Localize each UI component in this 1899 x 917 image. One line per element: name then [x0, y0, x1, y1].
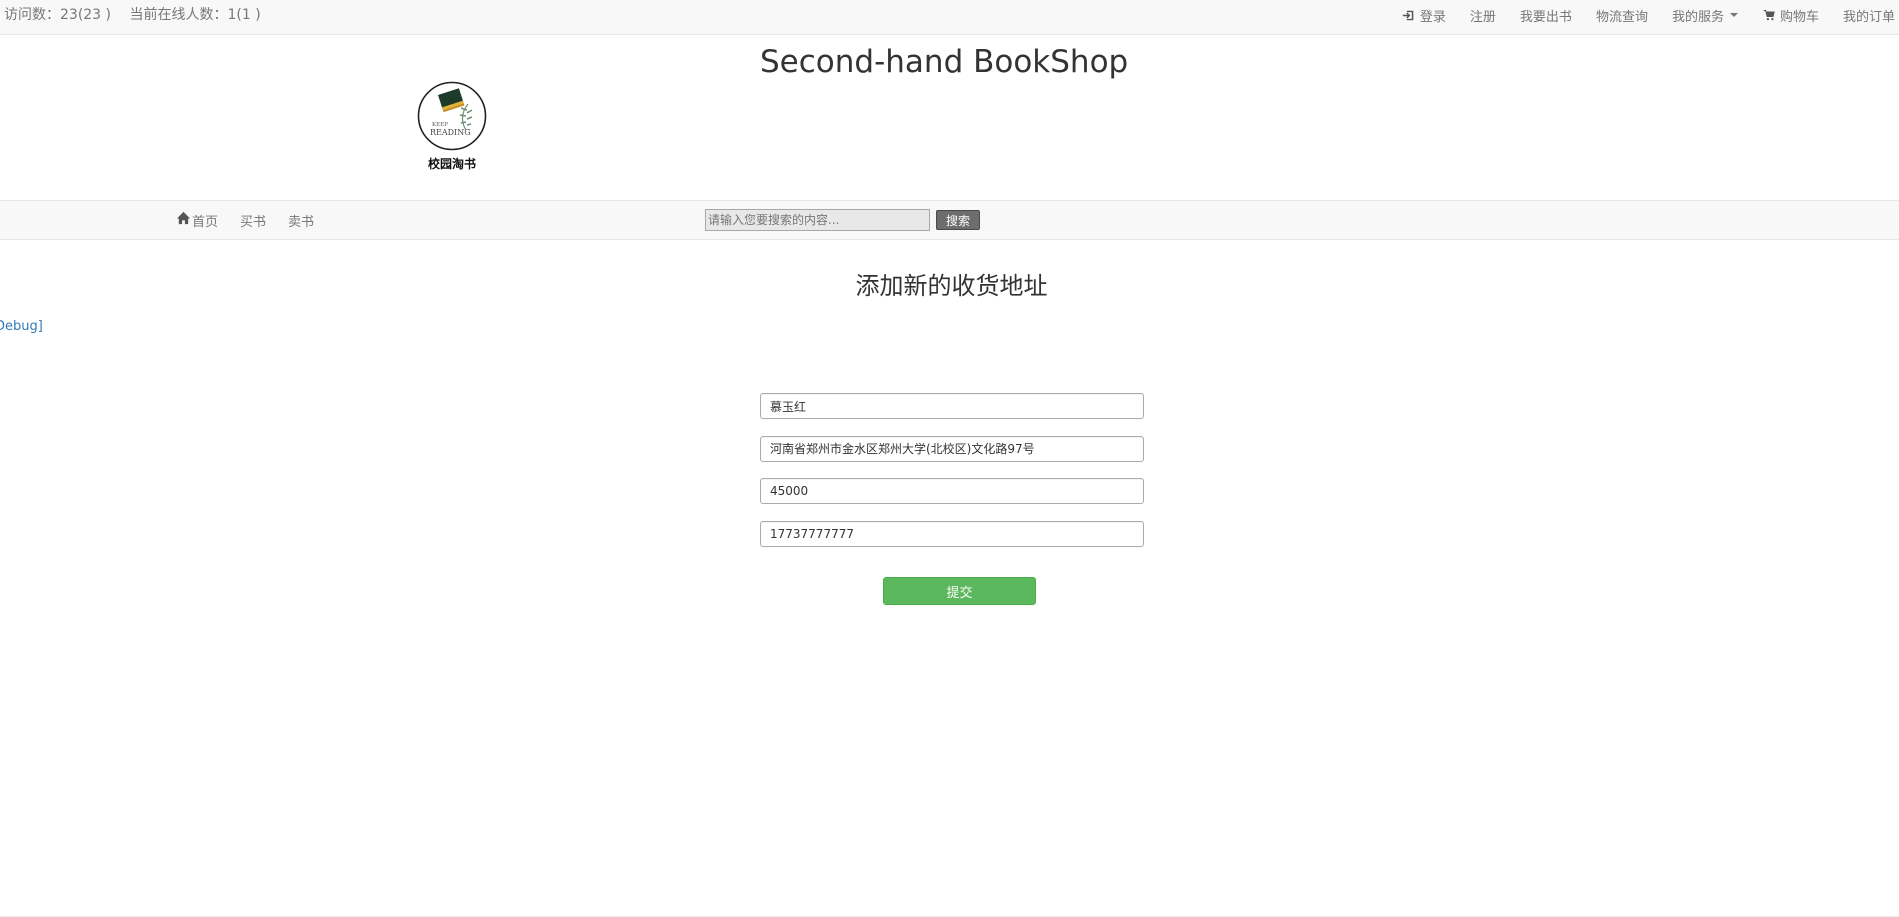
top-nav: 登录 注册 我要出书 物流查询 我的服务 购物车 我的订单	[1378, 0, 1895, 30]
page-title: 添加新的收货地址	[855, 272, 1048, 300]
logo-emblem-icon: KEEP READING	[417, 81, 487, 151]
address-form	[760, 393, 1144, 563]
cart-link[interactable]: 购物车	[1762, 6, 1819, 25]
address-field[interactable]	[760, 435, 1144, 462]
site-title: Second-hand BookShop	[760, 44, 1129, 80]
main-nav: 首页 买书 卖书 搜索	[0, 200, 1899, 240]
phone-field[interactable]	[760, 520, 1144, 547]
debug-link[interactable]: Debug]	[0, 319, 43, 334]
search-input[interactable]	[705, 209, 930, 231]
nav-buy-label: 买书	[240, 214, 267, 230]
services-dropdown[interactable]: 我的服务	[1672, 6, 1738, 25]
search-button[interactable]: 搜索	[936, 210, 980, 230]
login-link[interactable]: 登录	[1402, 6, 1446, 25]
login-label: 登录	[1419, 9, 1446, 25]
nav-home[interactable]: 首页	[176, 211, 218, 230]
svg-text:READING: READING	[430, 128, 471, 137]
sell-book-label: 我要出书	[1519, 9, 1572, 25]
online-count: 当前在线人数：1(1 )	[129, 7, 261, 23]
cart-label: 购物车	[1779, 9, 1819, 25]
logistics-link[interactable]: 物流查询	[1596, 6, 1648, 25]
logistics-label: 物流查询	[1595, 9, 1648, 25]
register-link[interactable]: 注册	[1470, 6, 1496, 25]
nav-home-label: 首页	[192, 214, 219, 230]
top-bar: 访问数：23(23 ) 当前在线人数：1(1 ) 登录 注册 我要出书 物流查询…	[0, 0, 1899, 35]
main-nav-links: 首页 买书 卖书	[176, 201, 336, 239]
services-label: 我的服务	[1671, 9, 1724, 25]
orders-label: 我的订单	[1842, 9, 1895, 25]
search-form: 搜索	[705, 209, 980, 231]
visit-count: 访问数：23(23 )	[4, 7, 112, 23]
submit-button[interactable]: 提交	[883, 577, 1036, 605]
chevron-down-icon	[1729, 13, 1738, 17]
nav-buy[interactable]: 买书	[240, 211, 266, 230]
site-stats: 访问数：23(23 ) 当前在线人数：1(1 )	[4, 0, 275, 30]
home-icon	[176, 211, 191, 229]
login-icon	[1402, 8, 1416, 22]
receiver-name-field[interactable]	[760, 393, 1144, 419]
register-label: 注册	[1469, 9, 1496, 25]
sell-book-link[interactable]: 我要出书	[1520, 6, 1572, 25]
postcode-field[interactable]	[760, 478, 1144, 504]
orders-link[interactable]: 我的订单	[1843, 6, 1895, 25]
nav-sell-label: 卖书	[288, 214, 315, 230]
logo-caption: 校园淘书	[427, 157, 476, 171]
cart-icon	[1762, 8, 1776, 22]
nav-sell[interactable]: 卖书	[288, 211, 314, 230]
